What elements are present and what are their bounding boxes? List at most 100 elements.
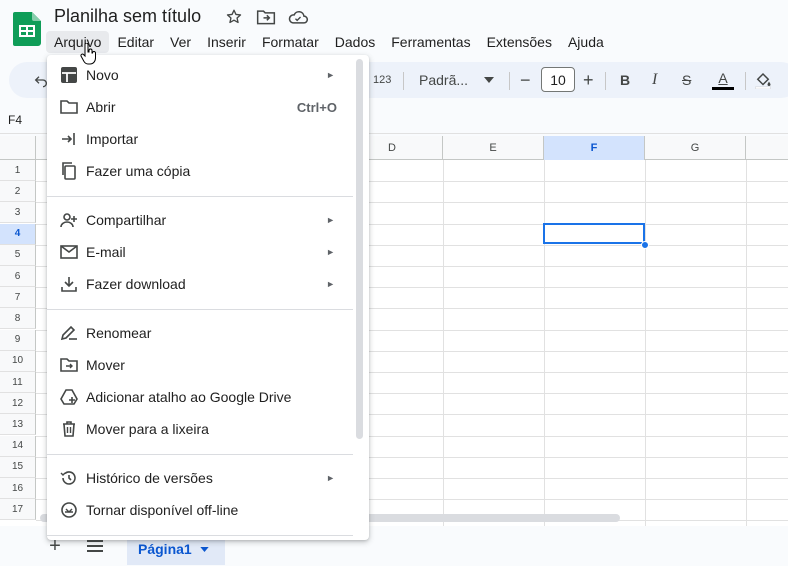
menu-item-label: E-mail: [86, 244, 126, 260]
selected-cell-f4[interactable]: [543, 223, 645, 244]
row-header-11[interactable]: 11: [0, 372, 36, 393]
menu-bar: Arquivo Editar Ver Inserir Formatar Dado…: [46, 30, 612, 54]
menu-item-label: Novo: [86, 67, 119, 83]
row-header-4[interactable]: 4: [0, 223, 36, 245]
move-folder-icon[interactable]: [254, 8, 278, 26]
text-color-glyph: A: [718, 69, 728, 86]
name-box[interactable]: F4: [8, 113, 22, 127]
cloud-saved-icon[interactable]: [286, 8, 310, 26]
text-color-button[interactable]: A: [712, 62, 734, 98]
sheet-tab-label: Página1: [138, 541, 192, 557]
row-header-12[interactable]: 12: [0, 393, 36, 415]
column-header-e[interactable]: E: [443, 136, 544, 160]
folder-icon: [59, 97, 79, 117]
menu-item-download[interactable]: Fazer download ►: [47, 268, 353, 300]
column-header-g[interactable]: G: [645, 136, 746, 160]
font-size-input[interactable]: 10: [541, 67, 575, 92]
move-folder-icon: [59, 355, 79, 375]
toolbar-divider: [605, 72, 606, 90]
row-header-17[interactable]: 17: [0, 499, 36, 521]
menu-item-atalho-drive[interactable]: Adicionar atalho ao Google Drive: [47, 381, 353, 413]
row-header-16[interactable]: 16: [0, 478, 36, 499]
sheets-logo-icon[interactable]: [13, 12, 41, 46]
toolbar-divider: [403, 72, 404, 90]
row-header-9[interactable]: 9: [0, 329, 36, 351]
offline-icon: [59, 500, 79, 520]
drive-shortcut-icon: [59, 387, 79, 407]
menu-inserir[interactable]: Inserir: [199, 31, 254, 53]
menu-scrollbar[interactable]: [356, 59, 363, 439]
mail-icon: [59, 242, 79, 262]
menu-extensoes[interactable]: Extensões: [479, 31, 560, 53]
menu-item-historico[interactable]: Histórico de versões ►: [47, 462, 353, 494]
column-gridline: [544, 160, 545, 526]
row-header-1[interactable]: 1: [0, 160, 36, 181]
row-header-5[interactable]: 5: [0, 244, 36, 266]
menu-item-copia[interactable]: Fazer uma cópia: [47, 155, 353, 187]
bold-button[interactable]: B: [620, 62, 630, 98]
strikethrough-button[interactable]: S: [682, 62, 691, 98]
menu-separator: [47, 454, 353, 455]
row-header-6[interactable]: 6: [0, 266, 36, 287]
menu-item-renomear[interactable]: Renomear: [47, 317, 353, 349]
menu-item-abrir[interactable]: Abrir Ctrl+O: [47, 91, 353, 123]
row-header-3[interactable]: 3: [0, 202, 36, 224]
column-gridline: [746, 160, 747, 526]
menu-item-mover[interactable]: Mover: [47, 349, 353, 381]
font-family-select[interactable]: Padrã...: [419, 62, 495, 98]
font-size-increase-button[interactable]: +: [583, 62, 594, 98]
menu-separator: [47, 196, 353, 197]
menu-dados[interactable]: Dados: [327, 31, 383, 53]
menu-arquivo[interactable]: Arquivo: [46, 31, 110, 53]
menu-ferramentas[interactable]: Ferramentas: [383, 31, 478, 53]
history-icon: [59, 468, 79, 488]
row-header-2[interactable]: 2: [0, 181, 36, 203]
menu-item-compartilhar[interactable]: Compartilhar ►: [47, 204, 353, 236]
star-icon[interactable]: [222, 8, 246, 26]
text-color-swatch: [712, 86, 734, 90]
italic-button[interactable]: I: [652, 62, 657, 98]
caret-down-icon: [200, 546, 209, 552]
menu-ver[interactable]: Ver: [162, 31, 199, 53]
row-header-8[interactable]: 8: [0, 308, 36, 330]
spreadsheet-app: Planilha sem título Arquivo Editar Ver I…: [0, 0, 788, 566]
submenu-arrow-icon: ►: [326, 247, 335, 257]
rename-icon: [59, 323, 79, 343]
submenu-arrow-icon: ►: [326, 215, 335, 225]
menu-item-shortcut: Ctrl+O: [296, 99, 337, 115]
fill-handle[interactable]: [641, 241, 649, 249]
menu-item-email[interactable]: E-mail ►: [47, 236, 353, 268]
column-gridline: [645, 160, 646, 526]
menu-item-label: Histórico de versões: [86, 470, 213, 486]
copy-icon: [59, 161, 79, 181]
menu-separator: [47, 535, 353, 536]
document-title[interactable]: Planilha sem título: [54, 6, 201, 27]
menu-item-importar[interactable]: Importar: [47, 123, 353, 155]
trash-icon: [59, 419, 79, 439]
column-header-f[interactable]: F: [544, 136, 645, 160]
row-header-13[interactable]: 13: [0, 414, 36, 436]
fill-color-icon[interactable]: [754, 62, 772, 98]
file-menu-dropdown: Novo ► Abrir Ctrl+O Importar Fazer uma c…: [47, 55, 369, 540]
title-actions: [222, 8, 310, 26]
hand-pointer-cursor-icon: [80, 43, 96, 65]
row-header-10[interactable]: 10: [0, 350, 36, 372]
row-header-15[interactable]: 15: [0, 456, 36, 478]
menu-item-lixeira[interactable]: Mover para a lixeira: [47, 413, 353, 445]
row-header-14[interactable]: 14: [0, 435, 36, 457]
person-add-icon: [59, 210, 79, 230]
menu-item-offline[interactable]: Tornar disponível off-line: [47, 494, 353, 526]
font-size-decrease-button[interactable]: −: [520, 62, 531, 98]
menu-item-label: Adicionar atalho ao Google Drive: [86, 389, 292, 405]
row-header-7[interactable]: 7: [0, 287, 36, 309]
menu-ajuda[interactable]: Ajuda: [560, 31, 612, 53]
submenu-arrow-icon: ►: [326, 473, 335, 483]
number-format-button[interactable]: 123: [373, 62, 391, 98]
menu-item-label: Renomear: [86, 325, 152, 341]
select-all-corner[interactable]: [0, 136, 36, 160]
menu-item-label: Importar: [86, 131, 139, 147]
menu-item-label: Mover para a lixeira: [86, 421, 209, 437]
menu-editar[interactable]: Editar: [109, 31, 162, 53]
menu-formatar[interactable]: Formatar: [254, 31, 327, 53]
menu-item-label: Fazer uma cópia: [86, 163, 191, 179]
